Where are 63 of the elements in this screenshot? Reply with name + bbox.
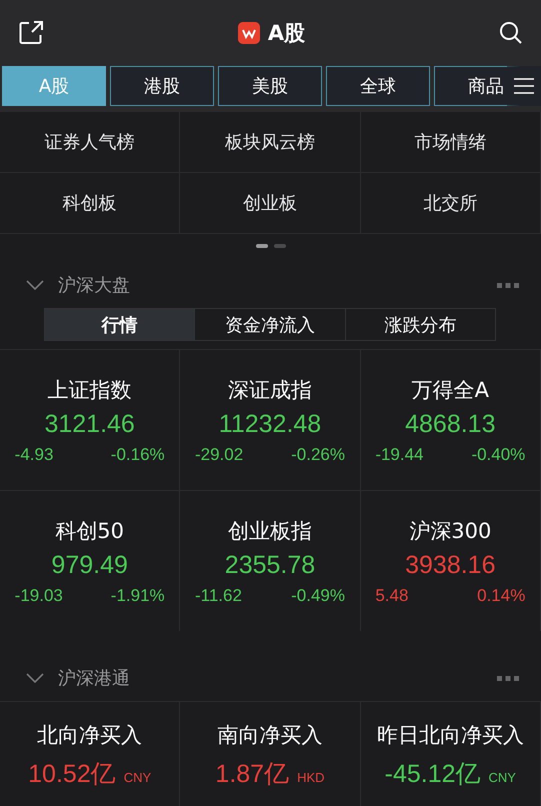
index-value: 3121.46 [44, 410, 135, 438]
segment-tab[interactable]: 行情 [45, 309, 196, 340]
flow-value: -45.12亿 [384, 758, 481, 790]
index-change: -19.03 [14, 586, 63, 606]
chevron-down-icon[interactable] [26, 673, 44, 683]
quick-link[interactable]: 北交所 [360, 173, 541, 234]
index-change: 5.48 [375, 586, 408, 606]
quick-link[interactable]: 科创板 [0, 173, 180, 234]
menu-icon[interactable] [514, 78, 534, 94]
search-icon[interactable] [498, 21, 523, 45]
flow-value: 10.52亿 [28, 758, 116, 790]
more-icon[interactable] [497, 282, 519, 288]
index-percent: -0.26% [291, 444, 345, 464]
section-title: 沪深港通 [58, 667, 131, 690]
section-title: 沪深大盘 [58, 274, 131, 297]
index-change: -19.44 [375, 444, 424, 464]
index-value: 979.49 [51, 550, 128, 580]
flow-name: 北向净买入 [37, 722, 142, 748]
index-value: 3938.16 [405, 550, 496, 580]
index-percent: -0.16% [110, 444, 165, 464]
page-title: A股 [268, 20, 306, 47]
index-percent: -0.40% [471, 444, 526, 464]
index-card[interactable]: 万得全A 4868.13 -19.44 -0.40% [360, 349, 541, 490]
index-name: 创业板指 [228, 518, 312, 544]
logo-icon [238, 22, 260, 44]
index-change: -11.62 [194, 586, 242, 606]
currency-label: HKD [297, 770, 325, 784]
flow-card[interactable]: 北向净买入 10.52亿 CNY [0, 701, 180, 806]
index-change: -4.93 [14, 444, 54, 464]
index-card[interactable]: 沪深300 3938.16 5.48 0.14% [360, 490, 541, 631]
flow-value: 1.87亿 [215, 758, 290, 790]
index-name: 沪深300 [409, 518, 492, 544]
index-change: -29.02 [194, 444, 244, 464]
index-card[interactable]: 创业板指 2355.78 -11.62 -0.49% [180, 490, 361, 631]
flow-name: 南向净买入 [217, 722, 322, 748]
flow-card[interactable]: 南向净买入 1.87亿 HKD [180, 701, 361, 806]
market-tab[interactable]: 全球 [326, 66, 430, 106]
currency-label: CNY [488, 770, 516, 784]
quick-link[interactable]: 证券人气榜 [0, 112, 180, 173]
index-name: 万得全A [412, 376, 489, 404]
index-name: 上证指数 [48, 376, 132, 404]
share-icon[interactable] [18, 20, 44, 46]
market-tab[interactable]: 港股 [110, 66, 214, 106]
index-value: 11232.48 [218, 410, 322, 438]
index-percent: 0.14% [477, 586, 526, 606]
index-percent: -0.49% [291, 586, 345, 606]
chevron-down-icon[interactable] [26, 280, 44, 290]
index-percent: -1.91% [110, 586, 165, 606]
index-value: 4868.13 [405, 410, 496, 438]
more-icon[interactable] [497, 676, 519, 680]
quick-link[interactable]: 创业板 [180, 173, 361, 234]
index-name: 深证成指 [228, 376, 312, 404]
quick-link[interactable]: 板块风云榜 [180, 112, 361, 173]
index-card[interactable]: 科创50 979.49 -19.03 -1.91% [0, 490, 180, 631]
flow-name: 昨日北向净买入 [376, 722, 524, 748]
index-value: 2355.78 [224, 550, 316, 580]
flow-card[interactable]: 昨日北向净买入 -45.12亿 CNY [360, 701, 541, 806]
index-card[interactable]: 上证指数 3121.46 -4.93 -0.16% [0, 349, 180, 490]
index-name: 科创50 [55, 518, 124, 544]
quick-link[interactable]: 市场情绪 [360, 112, 541, 173]
currency-label: CNY [124, 770, 152, 784]
market-tab[interactable]: 美股 [218, 66, 322, 106]
index-card[interactable]: 深证成指 11232.48 -29.02 -0.26% [180, 349, 361, 490]
